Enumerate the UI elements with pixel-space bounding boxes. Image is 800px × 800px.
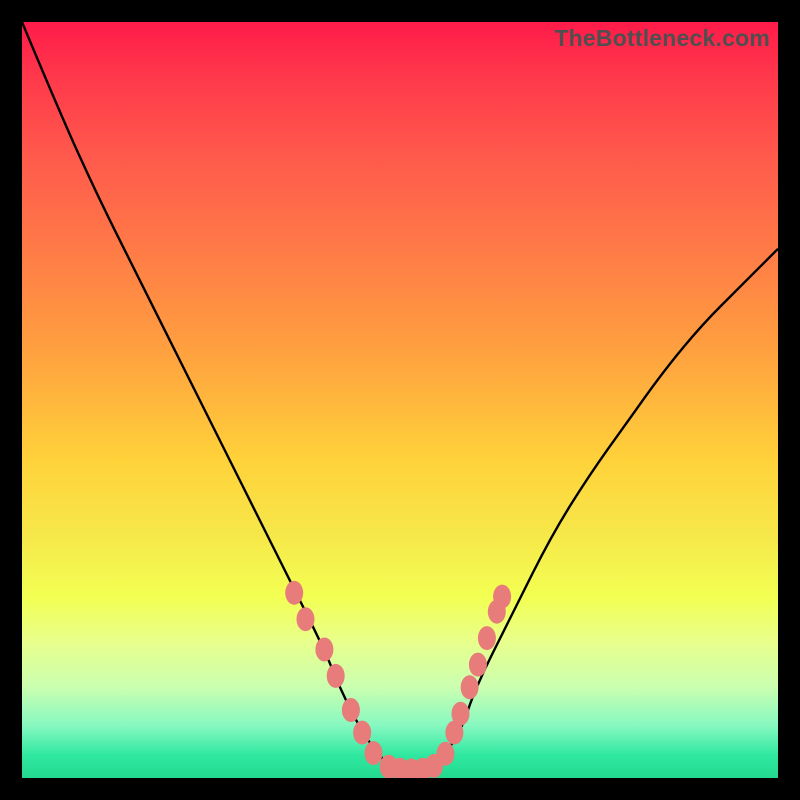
curve-marker — [493, 585, 511, 609]
curve-path — [22, 22, 778, 770]
curve-markers — [285, 581, 511, 778]
curve-marker — [365, 741, 383, 765]
curve-marker — [315, 638, 333, 662]
plot-area: TheBottleneck.com — [22, 22, 778, 778]
curve-marker — [452, 702, 470, 726]
curve-marker — [342, 698, 360, 722]
curve-marker — [327, 664, 345, 688]
curve-marker — [353, 721, 371, 745]
curve-marker — [469, 653, 487, 677]
curve-marker — [478, 626, 496, 650]
curve-marker — [436, 742, 454, 766]
bottleneck-curve — [22, 22, 778, 778]
curve-marker — [297, 607, 315, 631]
curve-marker — [461, 675, 479, 699]
curve-marker — [285, 581, 303, 605]
chart-frame: TheBottleneck.com — [0, 0, 800, 800]
